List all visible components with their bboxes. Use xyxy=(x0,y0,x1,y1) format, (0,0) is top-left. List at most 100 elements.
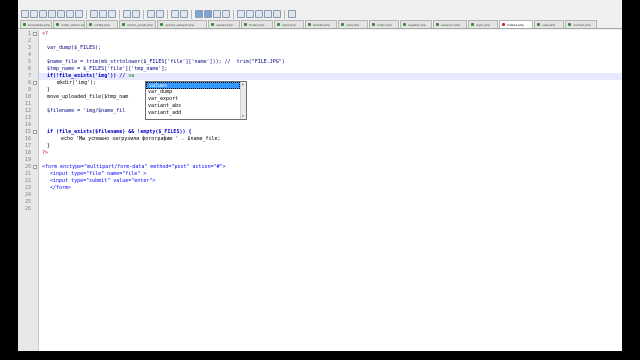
tab-file[interactable]: style.php xyxy=(274,20,304,28)
autocomplete-popup[interactable]: values var_dump var_export variant_abs v… xyxy=(145,81,247,120)
indent-guide-icon[interactable] xyxy=(222,10,230,18)
line-number: 20 xyxy=(24,164,31,170)
line-number: 7 xyxy=(27,73,31,79)
html-code: <input type="file" name="file" > xyxy=(50,171,147,177)
line-number: 13 xyxy=(24,115,31,121)
redo-icon[interactable] xyxy=(132,10,140,18)
open-file-icon[interactable] xyxy=(30,10,38,18)
copy-icon[interactable] xyxy=(99,10,107,18)
tab-file[interactable]: upload_subject.php xyxy=(157,20,207,28)
cut-icon[interactable] xyxy=(90,10,98,18)
tab-file[interactable]: sessions.php xyxy=(433,20,467,28)
toolbar-separator xyxy=(233,9,234,19)
code-text: } xyxy=(47,87,51,93)
word-wrap-icon[interactable] xyxy=(204,10,212,18)
code-text: mkdir('img'); xyxy=(57,80,97,86)
editor-window: templates.php index_admin.php config.php… xyxy=(18,0,622,351)
autocomplete-item[interactable]: var_export xyxy=(146,96,240,103)
tab-file[interactable]: templates.php xyxy=(20,20,52,28)
run-macro-icon[interactable] xyxy=(264,10,272,18)
new-file-icon[interactable] xyxy=(21,10,29,18)
toolbar-separator xyxy=(119,9,120,19)
line-number: 23 xyxy=(24,185,31,191)
line-number: 21 xyxy=(24,171,31,177)
line-number: 9 xyxy=(27,87,31,93)
line-number: 12 xyxy=(24,108,31,114)
sync-scroll-icon[interactable] xyxy=(195,10,203,18)
tab-file[interactable]: index_admin.php xyxy=(53,20,85,28)
code-text: $tmp_name = $_FILES['file']['tmp_name']; xyxy=(47,66,168,72)
tab-file[interactable]: login.php xyxy=(468,20,498,28)
code-line: if (file_exists($filename) && !empty($_F… xyxy=(47,129,192,136)
find-icon[interactable] xyxy=(147,10,155,18)
scroll-down-arrow-icon[interactable]: ▼ xyxy=(242,115,244,118)
close-all-icon[interactable] xyxy=(66,10,74,18)
tab-file[interactable]: contact.php xyxy=(565,20,597,28)
tab-file[interactable]: index.php xyxy=(369,20,399,28)
record-macro-icon[interactable] xyxy=(237,10,245,18)
toolbar-separator xyxy=(143,9,144,19)
toolbar xyxy=(18,8,622,20)
code-editor[interactable]: 1 2 3 4 5 6 7 8 9 10 11 12 13 14 15 16 17 18 19 20 21 22 23 24 2… xyxy=(18,30,622,351)
fold-marker-icon[interactable] xyxy=(33,130,37,134)
toolbar-separator xyxy=(284,9,285,19)
code-line: $name_file = trim(mb_strtolower($_FILES[… xyxy=(47,59,285,66)
line-number: 10 xyxy=(24,94,31,100)
show-all-chars-icon[interactable] xyxy=(213,10,221,18)
fold-marker-icon[interactable] xyxy=(33,32,37,36)
autocomplete-item[interactable]: variant_add xyxy=(146,110,240,117)
paste-icon[interactable] xyxy=(108,10,116,18)
fold-marker-icon[interactable] xyxy=(33,165,37,169)
code-line: var_dump($_FILES); xyxy=(47,45,101,52)
php-close-tag: ?> xyxy=(42,150,49,156)
tab-file[interactable]: footer.php xyxy=(241,20,273,28)
zoom-out-icon[interactable] xyxy=(180,10,188,18)
undo-icon[interactable] xyxy=(123,10,131,18)
autocomplete-item[interactable]: variant_abs xyxy=(146,103,240,110)
code-line: mkdir('img'); xyxy=(57,80,96,87)
line-number: 11 xyxy=(24,101,31,107)
autocomplete-scrollbar[interactable]: ▲ ▼ xyxy=(240,82,246,119)
php-open-tag: <? xyxy=(42,31,49,37)
tab-file[interactable]: view.php xyxy=(534,20,564,28)
line-number: 3 xyxy=(27,45,31,51)
autocomplete-item[interactable]: var_dump xyxy=(146,89,240,96)
code-text: echo 'Мы успешно загрузили фотографию ' … xyxy=(61,136,221,142)
replace-icon[interactable] xyxy=(156,10,164,18)
print-icon[interactable] xyxy=(75,10,83,18)
tab-file[interactable]: register.php xyxy=(400,20,432,28)
save-icon[interactable] xyxy=(39,10,47,18)
tab-file[interactable]: admin_panel.php xyxy=(119,20,156,28)
line-number-gutter: 1 2 3 4 5 6 7 8 9 10 11 12 13 14 15 16 17 18 19 20 21 22 23 24 2… xyxy=(18,30,39,351)
line-number: 26 xyxy=(24,206,31,212)
code-text: $name_file = trim(mb_strtolower($_FILES[… xyxy=(47,59,285,65)
spellcheck-icon[interactable] xyxy=(288,10,296,18)
code-line: ?> xyxy=(42,150,48,157)
html-code: <form enctype="multipart/form-data" meth… xyxy=(42,164,226,170)
save-macro-icon[interactable] xyxy=(273,10,281,18)
code-line: <input type="file" name="file" > xyxy=(50,171,146,178)
play-macro-icon[interactable] xyxy=(255,10,263,18)
code-typed-text: va xyxy=(128,73,135,79)
line-number: 14 xyxy=(24,122,31,128)
zoom-in-icon[interactable] xyxy=(171,10,179,18)
stop-macro-icon[interactable] xyxy=(246,10,254,18)
toolbar-separator xyxy=(86,9,87,19)
line-number: 2 xyxy=(27,38,31,44)
line-number: 22 xyxy=(24,178,31,184)
tab-file[interactable]: config.php xyxy=(86,20,118,28)
tab-active[interactable]: index2.php xyxy=(499,20,533,28)
fold-marker-icon[interactable] xyxy=(33,81,37,85)
tab-file[interactable]: upload.php xyxy=(208,20,240,28)
line-number: 17 xyxy=(24,143,31,149)
save-all-icon[interactable] xyxy=(48,10,56,18)
code-text: if (file_exists($filename) && !empty($_F… xyxy=(47,129,192,135)
html-code: <input type="submit" value="enter"> xyxy=(50,178,156,184)
tab-file[interactable]: view.php xyxy=(338,20,368,28)
tab-file[interactable]: header.php xyxy=(305,20,337,28)
close-icon[interactable] xyxy=(57,10,65,18)
line-number: 1 xyxy=(27,31,31,37)
line-number: 5 xyxy=(27,59,31,65)
scroll-up-arrow-icon[interactable]: ▲ xyxy=(242,83,244,86)
autocomplete-item-selected[interactable]: values xyxy=(146,82,240,89)
